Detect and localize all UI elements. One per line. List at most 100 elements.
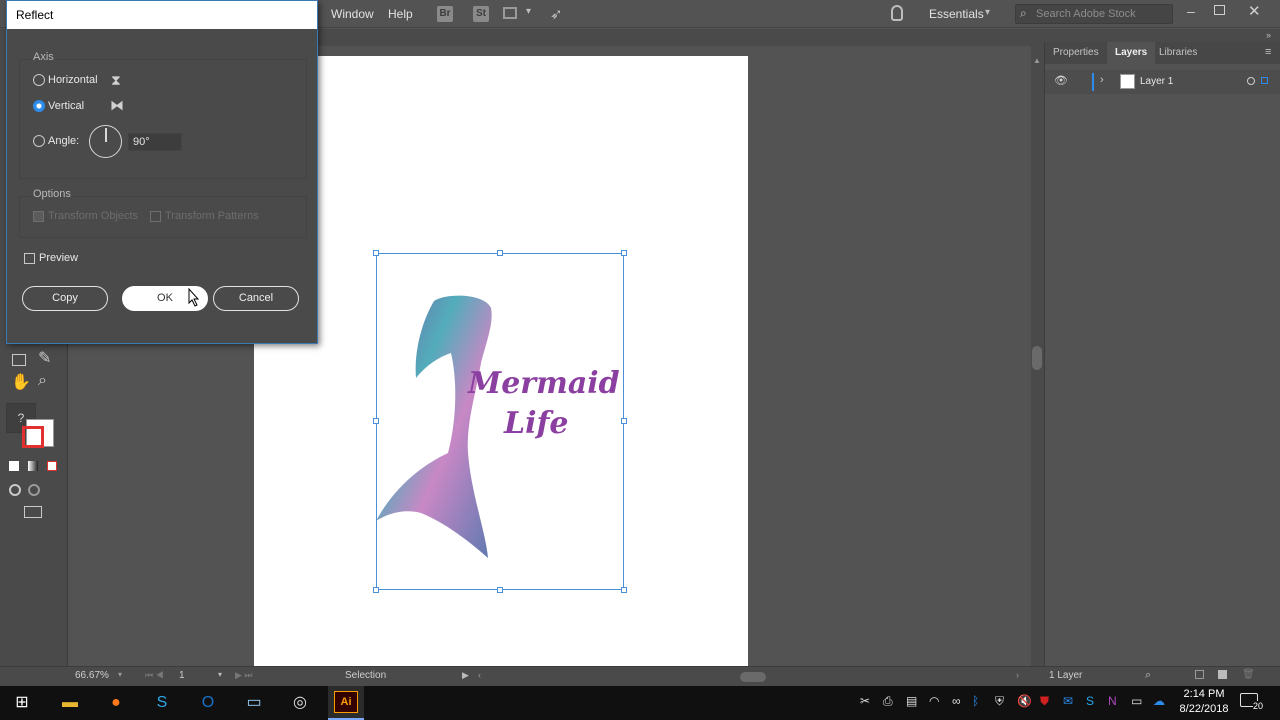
angle-input[interactable]: 90° <box>128 133 182 151</box>
copy-button[interactable]: Copy <box>22 286 108 311</box>
artboard-number[interactable]: 1 <box>179 670 185 681</box>
horizontal-label[interactable]: Horizontal <box>48 74 98 86</box>
scroll-right-icon[interactable]: › <box>1016 670 1019 680</box>
firefox-icon[interactable]: ● <box>98 688 134 718</box>
tray-display-icon[interactable]: ▭ <box>1131 694 1142 708</box>
draw-normal-icon[interactable] <box>9 484 21 496</box>
search-input[interactable] <box>1036 7 1168 21</box>
selection-handle[interactable] <box>621 418 627 424</box>
locate-object-icon[interactable]: ⌕ <box>1145 669 1151 682</box>
collapse-panels-icon[interactable]: » <box>1266 30 1271 40</box>
selection-handle[interactable] <box>497 587 503 593</box>
selection-handle[interactable] <box>373 418 379 424</box>
tray-printer-icon[interactable]: ⎙ <box>883 694 893 709</box>
skype-icon[interactable]: S <box>144 688 180 718</box>
first-artboard-icon[interactable]: ⏮ ◀ <box>145 670 164 681</box>
tray-link-icon[interactable]: ∞ <box>952 694 961 708</box>
screen-mode-icon[interactable] <box>24 506 42 518</box>
lightbulb-icon[interactable] <box>891 5 903 21</box>
arrange-documents-icon[interactable] <box>503 7 517 19</box>
preview-label[interactable]: Preview <box>39 252 78 264</box>
selection-handle[interactable] <box>373 250 379 256</box>
menu-window[interactable]: Window <box>331 0 374 28</box>
tab-properties[interactable]: Properties <box>1045 42 1107 64</box>
expand-chevron-icon[interactable]: › <box>1100 74 1104 86</box>
scroll-left-icon[interactable]: ‹ <box>478 670 481 680</box>
hand-tool-icon[interactable]: ✋ <box>11 372 31 392</box>
none-mode-icon[interactable] <box>47 461 57 471</box>
color-mode-icon[interactable] <box>9 461 19 471</box>
tray-shield-icon[interactable]: ⛨ <box>995 694 1004 709</box>
minimize-icon[interactable]: – <box>1187 3 1195 19</box>
close-icon[interactable]: ✕ <box>1248 2 1261 20</box>
vertical-scrollbar[interactable]: ▲ <box>1031 46 1044 666</box>
status-menu-icon[interactable]: ▶ <box>462 670 469 681</box>
tray-mcafee-icon[interactable]: ⛊ <box>1040 694 1049 709</box>
search-stock-field[interactable]: ⌕ <box>1015 4 1173 24</box>
tray-skype-icon[interactable]: S <box>1086 694 1094 708</box>
zoom-level[interactable]: 66.67% <box>75 670 109 681</box>
selection-bounding-box[interactable] <box>376 253 624 590</box>
panel-menu-icon[interactable]: ≡ <box>1265 46 1271 58</box>
delete-layer-icon[interactable]: 🗑 <box>1242 669 1255 680</box>
cancel-button[interactable]: Cancel <box>213 286 299 311</box>
visibility-eye-icon[interactable]: 👁 <box>1054 74 1068 87</box>
draw-behind-icon[interactable] <box>28 484 40 496</box>
selection-handle[interactable] <box>497 250 503 256</box>
selection-handle[interactable] <box>621 250 627 256</box>
bridge-icon[interactable]: Br <box>437 6 453 22</box>
zoom-tool-icon[interactable]: ⌕ <box>38 372 47 390</box>
workspace-chevron-icon[interactable]: ▾ <box>985 7 990 18</box>
selection-handle[interactable] <box>373 587 379 593</box>
vertical-label[interactable]: Vertical <box>48 100 84 112</box>
artboard-dropdown-icon[interactable]: ▾ <box>218 670 222 679</box>
gpu-performance-icon[interactable]: ➶ <box>550 5 563 23</box>
layer-name[interactable]: Layer 1 <box>1140 76 1173 87</box>
tray-clock[interactable]: 2:14 PM 8/22/2018 <box>1176 686 1232 717</box>
horizontal-scroll-thumb[interactable] <box>740 672 766 682</box>
selection-handle[interactable] <box>621 587 627 593</box>
horizontal-radio[interactable] <box>33 74 45 86</box>
obs-icon[interactable]: ◎ <box>282 688 318 718</box>
stroke-swatch[interactable] <box>22 426 44 448</box>
workspace-switcher[interactable]: Essentials <box>929 0 984 28</box>
scroll-up-icon[interactable]: ▲ <box>1033 56 1041 65</box>
angle-radio[interactable] <box>33 135 45 147</box>
angle-dial[interactable] <box>89 125 122 158</box>
last-artboard-icon[interactable]: ▶ ⏭ <box>235 670 253 681</box>
layer-row[interactable]: 👁 › Layer 1 <box>1045 70 1280 94</box>
transform-patterns-checkbox[interactable] <box>150 211 161 222</box>
file-explorer-icon[interactable]: ▬ <box>52 688 88 718</box>
new-sublayer-icon[interactable] <box>1195 670 1204 679</box>
illustrator-taskbar-item[interactable]: Ai <box>328 686 364 720</box>
eyedropper-icon[interactable]: ✎ <box>38 348 51 368</box>
restore-icon[interactable] <box>1214 5 1225 15</box>
angle-label[interactable]: Angle: <box>48 135 79 147</box>
start-windows-icon[interactable]: ⊞ <box>4 688 40 718</box>
transform-objects-checkbox[interactable] <box>33 211 44 222</box>
tray-onenote-icon[interactable]: N <box>1108 694 1117 708</box>
tray-outlook-icon[interactable]: ✉ <box>1063 694 1073 708</box>
dialog-title[interactable]: Reflect <box>7 1 317 29</box>
tab-libraries[interactable]: Libraries <box>1151 42 1205 64</box>
stock-icon[interactable]: St <box>473 6 489 22</box>
tray-bluetooth-icon[interactable]: ᛒ <box>972 694 979 708</box>
menu-help[interactable]: Help <box>388 0 413 28</box>
selection-square-icon[interactable] <box>1261 77 1268 84</box>
remote-desktop-icon[interactable]: ▭ <box>236 688 272 718</box>
outlook-icon[interactable]: O <box>190 688 226 718</box>
tray-clipboard-icon[interactable]: ▤ <box>906 694 917 708</box>
vertical-radio[interactable] <box>33 100 45 112</box>
scroll-thumb[interactable] <box>1032 346 1042 370</box>
tray-onedrive-icon[interactable]: ☁ <box>1153 694 1165 708</box>
target-circle-icon[interactable] <box>1247 77 1255 85</box>
tray-volume-muted-icon[interactable]: 🔇 <box>1017 694 1032 708</box>
tab-layers[interactable]: Layers <box>1107 42 1156 64</box>
preview-checkbox[interactable] <box>24 253 35 264</box>
artboard-tool-icon[interactable] <box>12 354 26 366</box>
chevron-down-icon[interactable]: ▾ <box>526 6 531 17</box>
new-layer-icon[interactable] <box>1218 670 1227 679</box>
zoom-dropdown-icon[interactable]: ▾ <box>118 670 122 679</box>
tray-wifi-icon[interactable]: ◠ <box>929 694 939 708</box>
tray-snip-icon[interactable]: ✂ <box>860 694 870 708</box>
